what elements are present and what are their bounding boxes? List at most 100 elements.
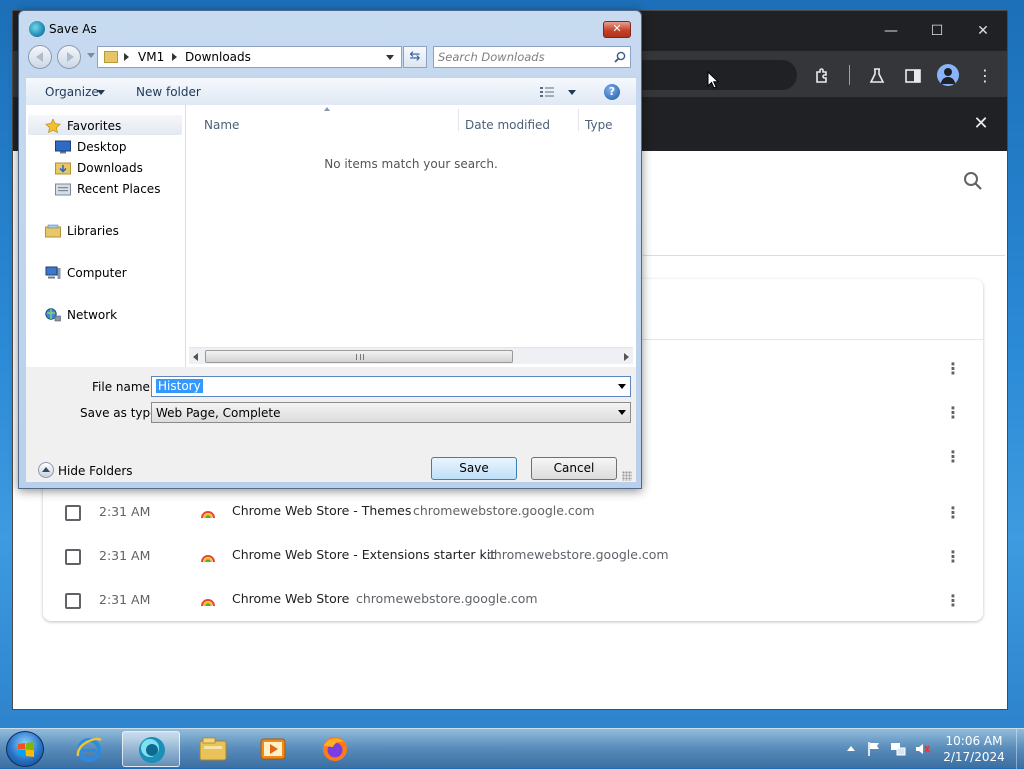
row-checkbox[interactable] xyxy=(65,505,81,521)
infobar-close-icon[interactable]: ✕ xyxy=(971,114,991,134)
row-domain: chromewebstore.google.com xyxy=(413,503,595,518)
star-icon xyxy=(45,119,61,133)
recent-locations-dropdown[interactable] xyxy=(87,53,95,58)
horizontal-scrollbar[interactable] xyxy=(189,347,633,364)
clock-date: 2/17/2024 xyxy=(943,750,1005,764)
scrollbar-grip-icon xyxy=(356,354,364,360)
row-menu-icon[interactable]: ⋮ xyxy=(943,547,963,567)
column-separator[interactable] xyxy=(578,109,579,131)
show-desktop-button[interactable] xyxy=(1016,729,1024,769)
breadcrumb-vm1[interactable]: VM1 xyxy=(138,50,164,64)
forward-button[interactable] xyxy=(57,45,81,69)
start-button[interactable] xyxy=(6,731,44,767)
side-panel-icon[interactable] xyxy=(901,64,925,88)
row-menu-icon[interactable]: ⋮ xyxy=(943,591,963,611)
scrollbar-thumb[interactable] xyxy=(205,350,513,363)
chrome-menu-icon[interactable]: ⋮ xyxy=(973,64,997,88)
dialog-close-button[interactable]: ✕ xyxy=(603,21,631,38)
webstore-favicon-icon xyxy=(201,599,215,607)
row-menu-icon[interactable]: ⋮ xyxy=(943,403,963,423)
labs-flask-icon[interactable] xyxy=(865,64,889,88)
file-name-label: File name: xyxy=(92,380,154,394)
search-icon[interactable] xyxy=(614,51,626,63)
refresh-button[interactable]: ⇆ xyxy=(403,46,427,68)
windows-logo-icon xyxy=(18,742,34,757)
webstore-favicon-icon xyxy=(201,555,215,563)
close-window-icon[interactable]: ✕ xyxy=(973,21,993,41)
view-dropdown-icon[interactable] xyxy=(568,90,576,95)
profile-avatar-icon[interactable] xyxy=(937,64,959,86)
organize-dropdown-icon[interactable] xyxy=(97,90,105,95)
media-player-icon xyxy=(260,738,286,760)
column-header-date-modified[interactable]: Date modified xyxy=(465,118,550,132)
history-search-icon[interactable] xyxy=(961,169,985,193)
taskbar-media-player[interactable] xyxy=(244,731,302,767)
row-title[interactable]: Chrome Web Store xyxy=(232,591,349,606)
downloads-folder-icon xyxy=(55,162,71,175)
row-checkbox[interactable] xyxy=(65,549,81,565)
show-hidden-icons-icon[interactable] xyxy=(847,746,855,751)
internet-explorer-icon xyxy=(76,737,102,762)
webstore-favicon-icon xyxy=(201,511,215,519)
save-as-type-value: Web Page, Complete xyxy=(156,406,281,420)
address-breadcrumb[interactable]: VM1 Downloads xyxy=(97,46,402,68)
taskbar-firefox[interactable] xyxy=(306,731,364,767)
save-button[interactable]: Save xyxy=(431,457,517,480)
dialog-title: Save As xyxy=(49,22,97,36)
history-row[interactable]: 2:31 AM Chrome Web Store - Extensions st… xyxy=(43,535,983,579)
sort-ascending-icon xyxy=(324,107,330,111)
volume-muted-icon[interactable] xyxy=(914,741,930,757)
action-center-flag-icon[interactable] xyxy=(866,741,882,757)
help-icon[interactable]: ? xyxy=(604,84,620,100)
back-button[interactable] xyxy=(28,45,52,69)
taskbar-chrome-app[interactable] xyxy=(122,731,180,767)
command-bar: Organize New folder ? xyxy=(26,77,636,105)
row-time: 2:31 AM xyxy=(99,504,151,519)
search-input[interactable] xyxy=(438,49,608,65)
resize-grip-icon[interactable] xyxy=(622,471,632,481)
organize-button[interactable]: Organize xyxy=(45,85,99,99)
file-name-input[interactable]: History xyxy=(151,376,631,397)
breadcrumb-chevron-icon[interactable] xyxy=(124,53,129,61)
history-row[interactable]: 2:31 AM Chrome Web Store - Themes chrome… xyxy=(43,491,983,535)
history-row[interactable]: 2:31 AM Chrome Web Store chromewebstore.… xyxy=(43,579,983,623)
search-box[interactable] xyxy=(433,46,631,68)
folder-icon xyxy=(104,51,118,63)
row-title[interactable]: Chrome Web Store - Themes xyxy=(232,503,411,518)
column-header-name[interactable]: Name xyxy=(204,118,239,132)
row-menu-icon[interactable]: ⋮ xyxy=(943,359,963,379)
save-as-dialog: Save As ✕ VM1 Downloads ⇆ Organize New f… xyxy=(18,10,642,489)
file-list-pane: Name Date modified Type No items match y… xyxy=(186,105,636,367)
address-dropdown-icon[interactable] xyxy=(386,55,394,60)
row-menu-icon[interactable]: ⋮ xyxy=(943,503,963,523)
taskbar-internet-explorer[interactable] xyxy=(60,731,118,767)
navigation-pane: Favorites Desktop Downloads Recent Place… xyxy=(26,105,186,367)
recent-places-icon xyxy=(55,183,71,196)
scroll-right-icon[interactable] xyxy=(624,353,629,361)
row-menu-icon[interactable]: ⋮ xyxy=(943,447,963,467)
breadcrumb-chevron-icon[interactable] xyxy=(172,53,177,61)
file-name-dropdown-icon[interactable] xyxy=(618,384,626,389)
system-clock[interactable]: 10:06 AM 2/17/2024 xyxy=(934,733,1014,765)
column-header-type[interactable]: Type xyxy=(585,118,613,132)
extensions-icon[interactable] xyxy=(811,64,835,88)
row-title[interactable]: Chrome Web Store - Extensions starter ki… xyxy=(232,547,495,562)
maximize-icon[interactable]: ☐ xyxy=(927,21,947,41)
cancel-button[interactable]: Cancel xyxy=(531,457,617,480)
save-as-type-select[interactable]: Web Page, Complete xyxy=(151,402,631,423)
change-view-icon[interactable] xyxy=(540,86,554,98)
minimize-icon[interactable]: — xyxy=(881,21,901,41)
save-as-type-dropdown-icon[interactable] xyxy=(618,410,626,415)
mouse-cursor-icon xyxy=(707,71,719,89)
breadcrumb-downloads[interactable]: Downloads xyxy=(185,50,251,64)
row-checkbox[interactable] xyxy=(65,593,81,609)
scroll-left-icon[interactable] xyxy=(193,353,198,361)
column-separator[interactable] xyxy=(458,109,459,131)
network-icon xyxy=(45,308,61,322)
taskbar-file-explorer[interactable] xyxy=(184,731,242,767)
file-name-value[interactable]: History xyxy=(156,379,203,393)
network-tray-icon[interactable] xyxy=(890,741,906,757)
row-time: 2:31 AM xyxy=(99,548,151,563)
row-domain: chromewebstore.google.com xyxy=(356,591,538,606)
new-folder-button[interactable]: New folder xyxy=(136,85,201,99)
